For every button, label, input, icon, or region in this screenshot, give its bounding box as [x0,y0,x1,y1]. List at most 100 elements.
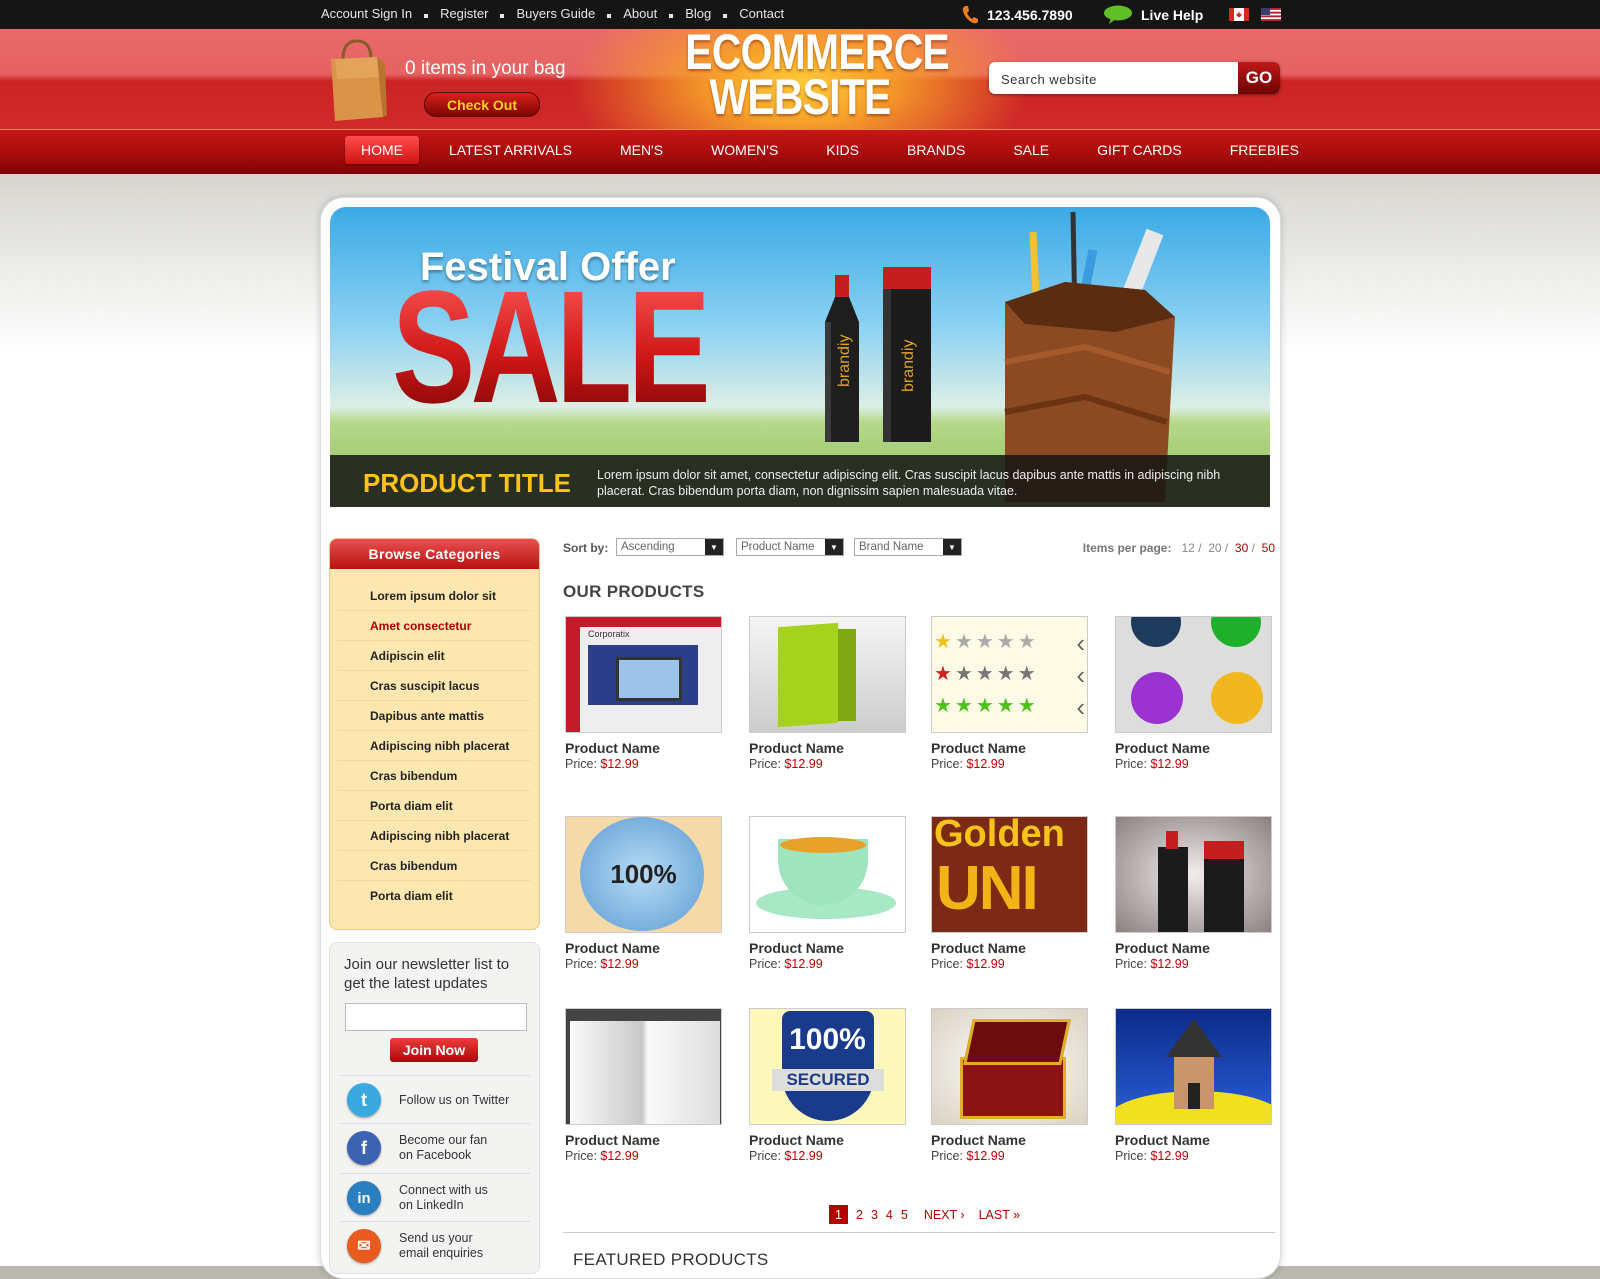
product-name[interactable]: Product Name [749,940,906,956]
category-item[interactable]: Dapibus ante mattis [338,701,531,731]
product-name[interactable]: Product Name [1115,940,1272,956]
category-item[interactable]: Cras suscipit lacus [338,671,531,701]
product-image[interactable]: Golden UNI [931,816,1088,933]
next-page-link[interactable]: NEXT › [924,1208,965,1222]
search-go-button[interactable]: GO [1238,62,1280,94]
live-help-link[interactable]: Live Help [1103,5,1203,25]
usa-flag-icon[interactable] [1261,8,1281,21]
nav-item-latest-arrivals[interactable]: LATEST ARRIVALS [449,136,572,164]
product-image[interactable] [749,616,906,733]
category-item[interactable]: Cras bibendum [338,851,531,881]
contact-link[interactable]: Contact [739,6,784,21]
page-1[interactable]: 1 [829,1205,848,1224]
category-item[interactable]: Adipiscin elit [338,641,531,671]
join-now-button[interactable]: Join Now [390,1038,478,1062]
account-sign-in-link[interactable]: Account Sign In [321,6,412,21]
nav-item-home[interactable]: HOME [345,136,419,164]
page-4[interactable]: 4 [886,1208,893,1222]
ipp-option-12[interactable]: 12 [1181,541,1194,555]
product-price: Price: $12.99 [749,957,906,971]
product-name[interactable]: Product Name [931,940,1088,956]
product-image[interactable] [1115,616,1272,733]
blog-link[interactable]: Blog [685,6,711,21]
page-5[interactable]: 5 [901,1208,908,1222]
price-value: $12.99 [784,957,823,971]
last-page-link[interactable]: LAST » [979,1208,1020,1222]
social-linkedin[interactable]: in Connect with us on LinkedIn [340,1173,530,1222]
nav-item-mens[interactable]: MEN'S [620,136,663,164]
product-card[interactable]: Product Name Price: $12.99 [749,616,906,771]
social-facebook[interactable]: f Become our fan on Facebook [340,1123,530,1172]
product-name[interactable]: Product Name [931,1132,1088,1148]
product-name[interactable]: Product Name [565,740,722,756]
about-link[interactable]: About [623,6,657,21]
product-card[interactable]: Product Name Price: $12.99 [1115,1008,1272,1163]
nav-item-kids[interactable]: KIDS [826,136,859,164]
canada-flag-icon[interactable] [1229,8,1249,21]
banner-product-title[interactable]: PRODUCT TITLE [363,468,571,499]
brand-select[interactable]: Brand Name ▼ [854,538,962,556]
product-card[interactable]: Product Name Price: $12.99 [565,1008,722,1163]
shopping-bag-icon[interactable] [325,37,389,123]
newsletter-email-input[interactable] [345,1003,527,1031]
category-item[interactable]: Porta diam elit [338,791,531,821]
ipp-option-20[interactable]: 20 [1208,541,1221,555]
product-name[interactable]: Product Name [931,740,1088,756]
product-card[interactable]: Product Name Price: $12.99 [1115,616,1272,771]
social-email[interactable]: ✉ Send us your email enquiries [340,1221,530,1270]
ipp-option-50[interactable]: 50 [1262,541,1275,555]
ipp-separator: / [1198,541,1202,555]
product-image[interactable]: 100% [565,816,722,933]
product-card[interactable]: Product Name Price: $12.99 [749,816,906,971]
page-2[interactable]: 2 [856,1208,863,1222]
nav-item-freebies[interactable]: FREEBIES [1230,136,1299,164]
hero-banner[interactable]: Festival Offer SALE brandiy brandiy PROD… [330,207,1270,507]
category-item[interactable]: Adipiscing nibh placerat [338,731,531,761]
category-item[interactable]: Cras bibendum [338,761,531,791]
category-item[interactable]: Porta diam elit [338,881,531,910]
product-image[interactable] [749,816,906,933]
product-image[interactable]: 100% SECURED [749,1008,906,1125]
category-item-active[interactable]: Amet consectetur [338,611,531,641]
product-card[interactable]: ★★★★★ ★★★★★ ★★★★★ ‹ ‹ ‹ Product Name Price: $12… [931,616,1088,771]
search-input[interactable] [999,67,1223,91]
sort-field-select[interactable]: Product Name ▼ [736,538,844,556]
sort-order-select[interactable]: Ascending ▼ [616,538,724,556]
dropdown-arrow-icon: ▼ [943,539,961,555]
main-nav: HOME LATEST ARRIVALS MEN'S WOMEN'S KIDS … [0,129,1600,174]
product-name[interactable]: Product Name [565,1132,722,1148]
register-link[interactable]: Register [440,6,488,21]
product-image[interactable] [1115,816,1272,933]
site-logo[interactable]: ECOMMERCE WEBSITE [685,27,950,122]
product-price: Price: $12.99 [931,1149,1088,1163]
sort-order-value: Ascending [621,541,675,553]
nav-item-brands[interactable]: BRANDS [907,136,965,164]
page-3[interactable]: 3 [871,1208,878,1222]
product-image[interactable] [1115,1008,1272,1125]
product-name[interactable]: Product Name [1115,1132,1272,1148]
ipp-option-30[interactable]: 30 [1235,541,1248,555]
buyers-guide-link[interactable]: Buyers Guide [516,6,595,21]
product-card[interactable]: Product Name Price: $12.99 [931,1008,1088,1163]
nav-item-womens[interactable]: WOMEN'S [711,136,778,164]
product-card[interactable]: 100% SECURED Product Name Price: $12.99 [749,1008,906,1163]
product-card[interactable]: Product Name Price: $12.99 [1115,816,1272,971]
bag-status: 0 items in your bag [405,58,566,79]
product-name[interactable]: Product Name [749,740,906,756]
category-item[interactable]: Lorem ipsum dolor sit [338,581,531,611]
product-card[interactable]: Golden UNI Product Name Price: $12.99 [931,816,1088,971]
nav-item-sale[interactable]: SALE [1013,136,1049,164]
product-image[interactable]: ★★★★★ ★★★★★ ★★★★★ ‹ ‹ ‹ [931,616,1088,733]
nav-item-gift-cards[interactable]: GIFT CARDS [1097,136,1182,164]
category-item[interactable]: Adipiscing nibh placerat [338,821,531,851]
product-name[interactable]: Product Name [749,1132,906,1148]
product-card[interactable]: Corporatix Product Name Price: $12.99 [565,616,722,771]
product-card[interactable]: 100% Product Name Price: $12.99 [565,816,722,971]
product-image[interactable] [565,1008,722,1125]
product-name[interactable]: Product Name [565,940,722,956]
social-twitter[interactable]: t Follow us on Twitter [340,1075,530,1124]
product-image[interactable]: Corporatix [565,616,722,733]
checkout-button[interactable]: Check Out [424,92,540,117]
product-image[interactable] [931,1008,1088,1125]
product-name[interactable]: Product Name [1115,740,1272,756]
